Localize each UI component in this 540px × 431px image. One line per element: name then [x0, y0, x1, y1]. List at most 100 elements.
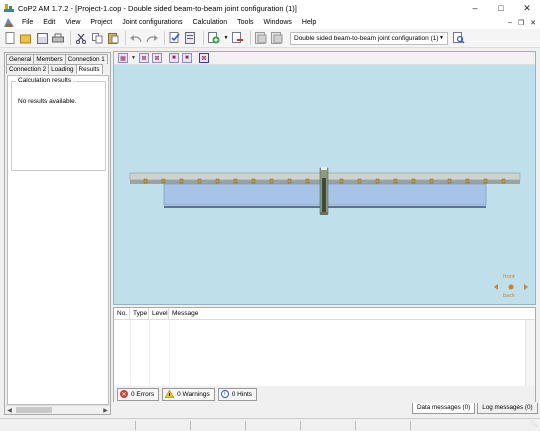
new-file-icon	[5, 32, 14, 44]
mdi-close-icon[interactable]: ✕	[530, 19, 536, 27]
scroll-left-icon[interactable]: ◀	[5, 407, 14, 414]
configuration-select[interactable]: Double sided beam-to-beam joint configur…	[290, 31, 448, 45]
scrollbar-thumb[interactable]	[16, 407, 52, 413]
menu-file[interactable]: File	[17, 19, 38, 26]
view-iso-button[interactable]: ■	[181, 53, 192, 63]
tab-general[interactable]: General	[6, 54, 35, 64]
minimize-button[interactable]: –	[462, 0, 488, 16]
toolbar-separator	[70, 31, 71, 45]
menu-calculation[interactable]: Calculation	[188, 19, 233, 26]
paste-icon	[107, 33, 118, 44]
menu-tools[interactable]: Tools	[232, 19, 258, 26]
tabs-row-1: General Members Connection 1	[6, 54, 110, 64]
navigation-cube[interactable]: front back	[494, 274, 528, 299]
column-no[interactable]: No.	[114, 307, 130, 320]
warnings-filter-button[interactable]: 0 Warnings	[162, 387, 215, 401]
messages-filter-bar: ✕ 0 Errors 0 Warnings i 0 Hints	[114, 386, 535, 402]
previous-configuration-button[interactable]	[254, 31, 268, 45]
menu-project[interactable]: Project	[85, 19, 117, 26]
main-toolbar: ▼ Double sided beam-to-beam joint config…	[0, 29, 540, 48]
open-folder-icon	[20, 34, 31, 43]
view-mode-button[interactable]: ▦	[118, 53, 128, 63]
close-button[interactable]: ✕	[514, 0, 540, 16]
tab-connection-1[interactable]: Connection 1	[64, 54, 108, 64]
menu-help[interactable]: Help	[297, 19, 321, 26]
delete-icon	[232, 32, 243, 43]
report-button[interactable]	[184, 31, 198, 45]
view-fit-button[interactable]: ⊠	[198, 53, 209, 63]
open-button[interactable]	[19, 31, 33, 45]
errors-count-label: 0 Errors	[131, 390, 155, 398]
resize-grip-icon[interactable]: ⋱	[531, 421, 537, 428]
column-message[interactable]: Message	[169, 308, 535, 320]
print-button[interactable]	[51, 31, 65, 45]
status-divider	[300, 421, 301, 430]
dropdown-arrow-button[interactable]: ▼	[223, 31, 229, 45]
messages-vertical-scrollbar[interactable]	[525, 320, 535, 386]
no-results-message: No results available.	[18, 98, 77, 105]
status-divider	[190, 421, 191, 430]
copy-button[interactable]	[90, 31, 104, 45]
undo-button[interactable]	[129, 31, 143, 45]
calculation-results-group: Calculation results No results available…	[11, 77, 106, 171]
tab-connection-2[interactable]: Connection 2	[6, 64, 50, 74]
redo-icon	[146, 34, 158, 42]
joint-3d-model: front back	[129, 167, 528, 299]
menu-edit[interactable]: Edit	[38, 19, 60, 26]
tab-loading[interactable]: Loading	[48, 64, 77, 74]
mdi-controls: – ❐ ✕	[508, 16, 536, 29]
hints-count-label: 0 Hints	[231, 390, 252, 398]
tab-members[interactable]: Members	[33, 54, 66, 64]
menu-view[interactable]: View	[60, 19, 85, 26]
toolbar-separator	[125, 31, 126, 45]
undo-icon	[130, 34, 142, 42]
cut-button[interactable]	[74, 31, 88, 45]
chevron-down-icon: ▼	[439, 35, 444, 41]
view-side-button[interactable]: ⊠	[151, 53, 162, 63]
scroll-right-icon[interactable]: ▶	[101, 407, 110, 414]
preview-button[interactable]	[452, 31, 466, 45]
document-icon	[4, 18, 14, 27]
column-level[interactable]: Level	[149, 307, 169, 320]
view-front-icon: ⊠	[141, 55, 147, 62]
maximize-button[interactable]: □	[488, 0, 514, 16]
status-divider	[135, 421, 136, 430]
nav-label-top[interactable]: front	[503, 274, 515, 280]
properties-panel: General Members Connection 1 Connection …	[4, 52, 111, 415]
menu-windows[interactable]: Windows	[259, 19, 297, 26]
toolbar-separator	[250, 31, 251, 45]
view-top-button[interactable]: ■	[168, 53, 179, 63]
mdi-minimize-icon[interactable]: –	[508, 19, 512, 26]
check-button[interactable]	[168, 31, 182, 45]
next-configuration-button[interactable]	[270, 31, 284, 45]
paste-button[interactable]	[106, 31, 120, 45]
group-title: Calculation results	[16, 77, 74, 84]
magnifier-icon	[453, 32, 465, 44]
nav-label-bottom[interactable]: back	[503, 293, 515, 299]
menu-bar: File Edit View Project Joint configurati…	[0, 16, 540, 29]
chevron-down-icon[interactable]: ▼	[131, 55, 136, 61]
new-button[interactable]	[3, 31, 17, 45]
save-icon	[36, 32, 48, 44]
hints-filter-button[interactable]: i 0 Hints	[217, 387, 257, 401]
horizontal-scrollbar[interactable]: ◀ ▶	[5, 405, 110, 414]
add-configuration-button[interactable]	[207, 31, 221, 45]
info-icon: i	[220, 390, 229, 398]
messages-header: No. Type Level Message	[114, 307, 535, 320]
redo-button[interactable]	[145, 31, 159, 45]
errors-filter-button[interactable]: ✕ 0 Errors	[117, 387, 160, 401]
check-document-icon	[169, 32, 180, 43]
menu-joint-configurations[interactable]: Joint configurations	[117, 19, 187, 26]
column-type[interactable]: Type	[130, 307, 149, 320]
mdi-restore-icon[interactable]: ❐	[518, 19, 524, 27]
next-page-icon	[271, 32, 283, 44]
tab-log-messages[interactable]: Log messages (0)	[477, 403, 538, 414]
tab-results[interactable]: Results	[75, 64, 103, 74]
tab-data-messages[interactable]: Data messages (0)	[412, 403, 476, 414]
chevron-down-icon: ▼	[223, 35, 229, 41]
save-button[interactable]	[35, 31, 49, 45]
delete-configuration-button[interactable]	[231, 31, 245, 45]
model-viewport[interactable]: ▦ ▼ ⊠ ⊠ ■ ■ ⊠ front back	[113, 51, 536, 305]
view-front-button[interactable]: ⊠	[138, 53, 149, 63]
messages-list[interactable]	[114, 320, 524, 386]
